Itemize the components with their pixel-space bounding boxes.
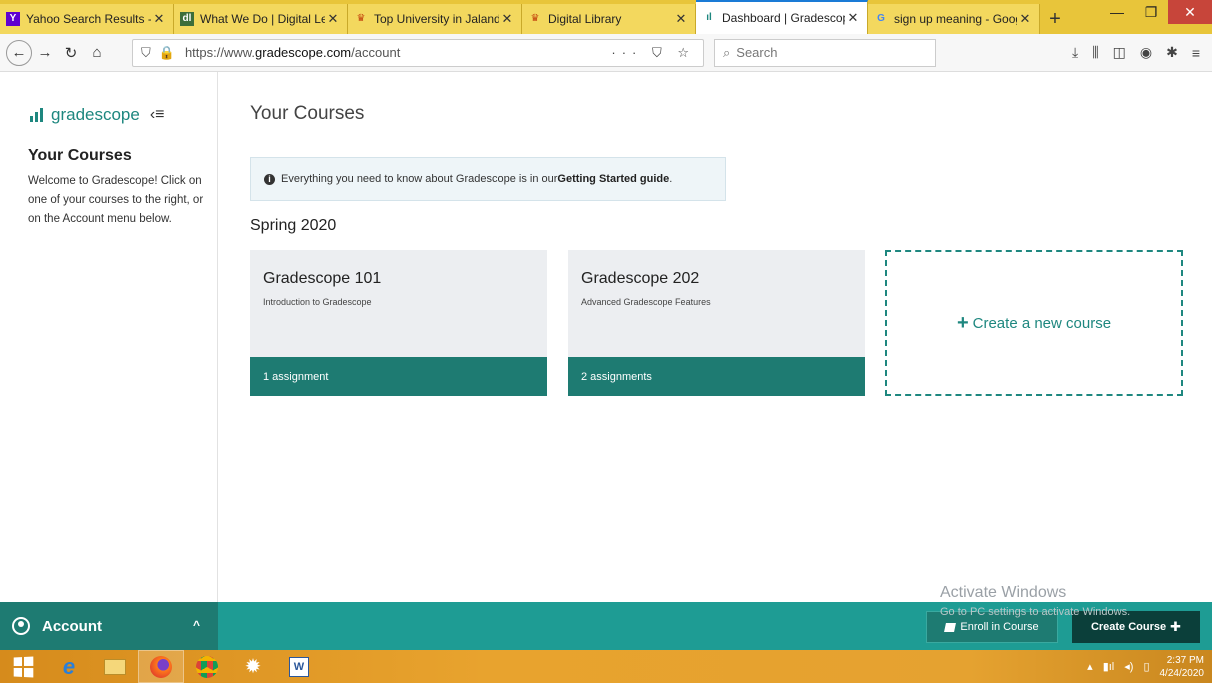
close-icon[interactable]: ✕ bbox=[673, 11, 689, 27]
file-explorer-icon[interactable] bbox=[92, 650, 138, 683]
user-icon bbox=[12, 617, 30, 635]
collapse-menu-icon[interactable]: ‹≡ bbox=[150, 106, 165, 124]
page-actions-icon[interactable]: ··· ⛉ ☆ bbox=[611, 45, 695, 61]
download-icon[interactable]: ⤓ bbox=[1072, 44, 1078, 61]
digital-learning-icon: dl bbox=[180, 12, 194, 26]
term-heading: Spring 2020 bbox=[250, 217, 337, 234]
tab-digital-library[interactable]: ♛ Digital Library ✕ bbox=[522, 4, 696, 34]
volume-icon[interactable]: ◂) bbox=[1124, 660, 1133, 673]
close-icon[interactable]: ✕ bbox=[499, 11, 515, 27]
course-name: Gradescope 101 bbox=[263, 270, 382, 287]
close-icon[interactable]: ✕ bbox=[325, 11, 341, 27]
yahoo-icon: Y bbox=[6, 12, 20, 26]
sidebar-welcome-text: Welcome to Gradescope! Click on one of y… bbox=[28, 175, 204, 225]
plus-icon: ✚ bbox=[1170, 619, 1182, 634]
library-toolbar-icon[interactable]: ⫼ bbox=[1092, 44, 1098, 61]
clock[interactable]: 2:37 PM 4/24/2020 bbox=[1160, 654, 1205, 680]
minimize-icon[interactable]: — bbox=[1100, 0, 1134, 24]
maximize-icon[interactable]: ❐ bbox=[1134, 0, 1168, 24]
tab-google[interactable]: G sign up meaning - Googl ✕ bbox=[868, 4, 1040, 34]
firefox-icon[interactable] bbox=[138, 650, 184, 683]
chevron-up-icon: ^ bbox=[192, 618, 200, 632]
course-assignments: 2 assignments bbox=[568, 357, 865, 396]
new-tab-button[interactable]: + bbox=[1040, 4, 1070, 34]
browser-search-input[interactable]: ⌕ Search bbox=[714, 38, 936, 67]
url-text: https://www.gradescope.com/account bbox=[184, 45, 401, 60]
settings-gear-icon[interactable]: ✹ bbox=[230, 650, 276, 683]
create-new-course-button[interactable]: + Create a new course bbox=[885, 250, 1183, 396]
lock-icon: 🔒 bbox=[158, 44, 175, 60]
course-card[interactable]: Gradescope 202 Advanced Gradescope Featu… bbox=[568, 250, 865, 396]
browser-tab-strip: Y Yahoo Search Results - W ✕ dl What We … bbox=[0, 0, 1212, 34]
getting-started-notice: i Everything you need to know about Grad… bbox=[250, 157, 726, 201]
word-icon[interactable]: W bbox=[276, 650, 322, 683]
close-icon[interactable]: ✕ bbox=[845, 10, 861, 26]
gradescope-bars-icon bbox=[30, 108, 43, 122]
network-icon[interactable]: ▮ıl bbox=[1103, 660, 1115, 673]
course-card[interactable]: Gradescope 101 Introduction to Gradescop… bbox=[250, 250, 547, 396]
url-bar[interactable]: ⛉ 🔒 https://www.gradescope.com/account ·… bbox=[132, 38, 704, 67]
book-icon bbox=[944, 622, 957, 632]
library-icon: ♛ bbox=[530, 13, 540, 24]
home-icon[interactable]: ⌂ bbox=[84, 40, 110, 66]
start-button[interactable] bbox=[0, 650, 46, 683]
search-icon: ⌕ bbox=[723, 44, 731, 60]
course-assignments: 1 assignment bbox=[250, 357, 547, 396]
chrome-icon[interactable] bbox=[184, 650, 230, 683]
sidebar: gradescope ‹≡ Your Courses Welcome to Gr… bbox=[0, 72, 218, 602]
internet-explorer-icon[interactable]: e bbox=[46, 650, 92, 683]
extension-icon[interactable]: ✱ bbox=[1166, 44, 1178, 61]
info-icon: i bbox=[264, 173, 275, 185]
gradescope-logo[interactable]: gradescope ‹≡ bbox=[30, 105, 165, 125]
tray-expand-icon[interactable]: ▴ bbox=[1087, 660, 1093, 673]
back-icon[interactable]: ← bbox=[6, 39, 32, 66]
menu-icon[interactable]: ≡ bbox=[1192, 45, 1200, 61]
activation-watermark-text: Go to PC settings to activate Windows. bbox=[940, 606, 1131, 618]
tab-yahoo[interactable]: Y Yahoo Search Results - W ✕ bbox=[0, 4, 174, 34]
window-close-icon[interactable]: ✕ bbox=[1168, 0, 1212, 24]
reload-icon[interactable]: ↻ bbox=[58, 40, 84, 66]
google-icon: G bbox=[877, 13, 885, 24]
plus-icon: + bbox=[956, 312, 969, 334]
tab-gradescope[interactable]: ıl Dashboard | Gradescope ✕ bbox=[696, 0, 868, 34]
close-icon[interactable]: ✕ bbox=[151, 11, 167, 27]
getting-started-link[interactable]: Getting Started guide bbox=[557, 173, 669, 185]
course-description: Advanced Gradescope Features bbox=[581, 297, 711, 307]
gradescope-icon: ıl bbox=[706, 12, 712, 23]
forward-icon[interactable]: → bbox=[32, 40, 58, 66]
windows-logo-icon bbox=[13, 655, 34, 678]
browser-nav-bar: ← → ↻ ⌂ ⛉ 🔒 https://www.gradescope.com/a… bbox=[0, 34, 1212, 72]
system-tray: ▴ ▮ıl ◂) ▯ 2:37 PM 4/24/2020 bbox=[1087, 650, 1204, 683]
activation-watermark-title: Activate Windows bbox=[940, 584, 1067, 601]
account-toolbar-icon[interactable]: ◉ bbox=[1140, 44, 1152, 61]
account-menu-button[interactable]: Account ^ bbox=[0, 602, 218, 650]
university-icon: ♛ bbox=[356, 13, 366, 24]
battery-icon[interactable]: ▯ bbox=[1143, 660, 1149, 673]
sidebar-title: Your Courses bbox=[28, 147, 132, 164]
windows-taskbar: e ✹ W ▴ ▮ıl ◂) ▯ 2:37 PM 4/24/2020 bbox=[0, 650, 1212, 683]
course-description: Introduction to Gradescope bbox=[263, 297, 372, 307]
window-controls: — ❐ ✕ bbox=[1100, 0, 1212, 26]
page-title: Your Courses bbox=[250, 103, 365, 124]
close-icon[interactable]: ✕ bbox=[1017, 11, 1033, 27]
shield-icon: ⛉ bbox=[141, 44, 151, 60]
sidebar-toggle-icon[interactable]: ◫ bbox=[1113, 44, 1126, 61]
tab-digital-learning[interactable]: dl What We Do | Digital Lea ✕ bbox=[174, 4, 348, 34]
tab-university[interactable]: ♛ Top University in Jalandh ✕ bbox=[348, 4, 522, 34]
course-name: Gradescope 202 bbox=[581, 270, 700, 287]
